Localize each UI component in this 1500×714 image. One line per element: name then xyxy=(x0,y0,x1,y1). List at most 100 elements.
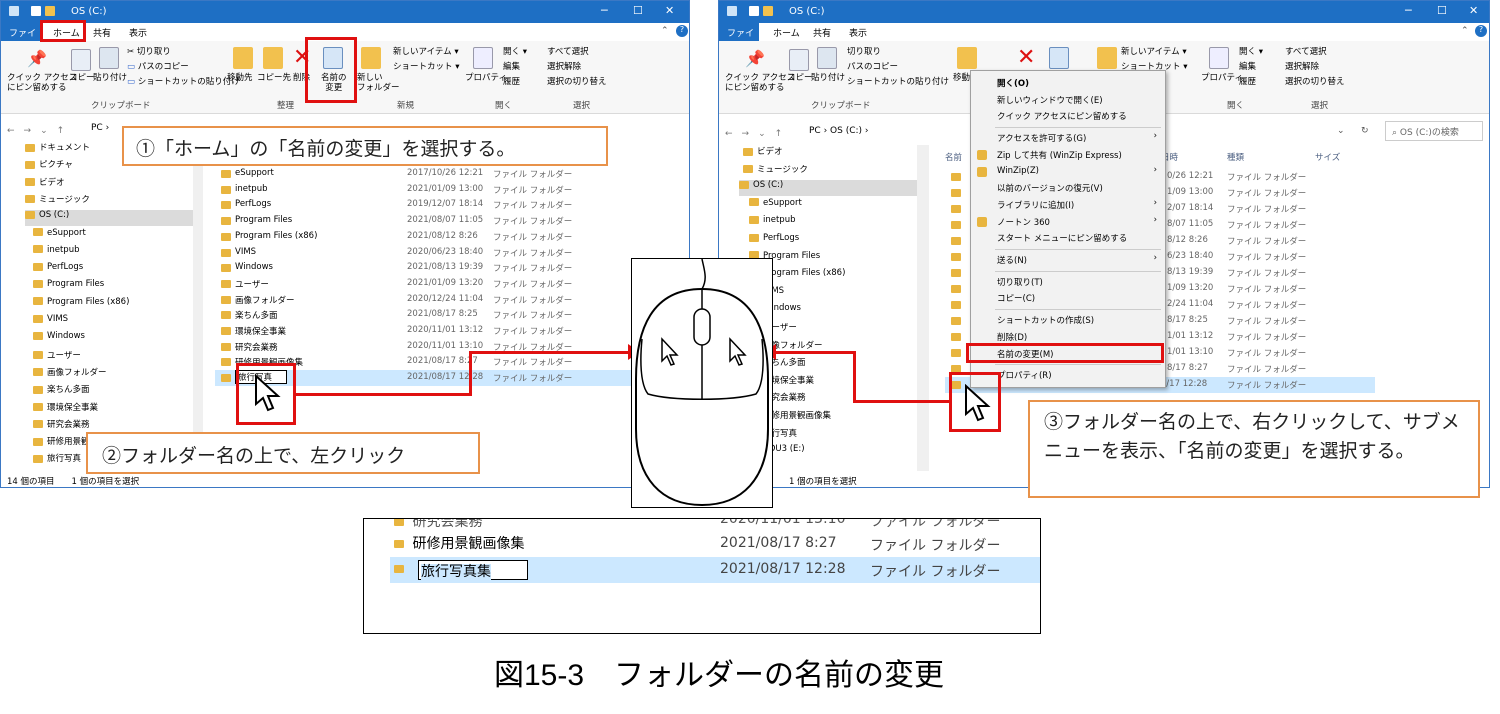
copy-path-button[interactable]: ▭ パスのコピー xyxy=(127,62,189,72)
open-button[interactable]: 開く ▾ xyxy=(1239,47,1263,57)
col-type[interactable]: 種類 xyxy=(1227,151,1244,163)
paste-shortcut-button[interactable]: ▭ ショートカットの貼り付け xyxy=(127,77,240,87)
nav-item[interactable]: PerfLogs xyxy=(33,262,193,278)
folder-qa-icon[interactable] xyxy=(763,6,773,16)
context-menu-item[interactable]: 以前のバージョンの復元(V) xyxy=(971,180,1165,196)
select-all-button[interactable]: すべて選択 xyxy=(1285,47,1327,57)
nav-item[interactable]: Program Files (x86) xyxy=(749,268,917,284)
edit-button[interactable]: 編集 xyxy=(1239,62,1256,72)
zoom-row-selected[interactable]: 旅行写真集 2021/08/17 12:28 ファイル フォルダー xyxy=(390,557,1040,583)
properties-qa-icon[interactable] xyxy=(749,6,759,16)
invert-selection-button[interactable]: 選択の切り替え xyxy=(1285,77,1345,87)
file-row[interactable]: ユーザー 2021/01/09 13:20 ファイル フォルダー xyxy=(215,276,685,292)
context-menu-item[interactable]: 送る(N) › xyxy=(971,252,1165,268)
file-row[interactable]: PerfLogs 2019/12/07 18:14 ファイル フォルダー xyxy=(215,197,685,213)
history-button[interactable]: 履歴 xyxy=(503,77,520,87)
nav-item[interactable]: 研修用景観画像集 xyxy=(749,409,917,425)
close-button[interactable]: ✕ xyxy=(665,4,674,17)
nav-item[interactable]: ビデオ xyxy=(743,145,917,161)
select-all-button[interactable]: すべて選択 xyxy=(547,47,589,57)
file-row[interactable]: VIMS 2020/06/23 18:40 ファイル フォルダー xyxy=(215,245,685,261)
copy-to-button[interactable]: コピー先 xyxy=(257,73,291,83)
nav-item[interactable]: Windows xyxy=(33,331,193,347)
context-menu-item[interactable]: 新しいウィンドウで開く(E) xyxy=(971,92,1165,108)
minimize-button[interactable]: ─ xyxy=(601,4,608,17)
maximize-button[interactable]: ☐ xyxy=(1437,4,1447,17)
paste-button[interactable]: 貼り付け xyxy=(93,73,127,83)
nav-item[interactable]: Program Files (x86) xyxy=(33,297,193,313)
nav-item[interactable]: Program Files xyxy=(33,279,193,295)
context-menu-item[interactable]: ノートン 360 › xyxy=(971,214,1165,230)
copy-path-button[interactable]: パスのコピー xyxy=(847,62,898,72)
quick-access-icon[interactable] xyxy=(727,6,737,16)
invert-selection-button[interactable]: 選択の切り替え xyxy=(547,77,607,87)
file-row[interactable]: 環境保全事業 2020/11/01 13:12 ファイル フォルダー xyxy=(215,323,685,339)
maximize-button[interactable]: ☐ xyxy=(633,4,643,17)
nav-item[interactable]: Program Files xyxy=(749,251,917,267)
paste-button[interactable]: 貼り付け xyxy=(811,73,845,83)
shortcut-button[interactable]: ショートカット ▾ xyxy=(393,62,459,72)
nav-item[interactable]: ビデオ xyxy=(25,176,193,192)
nav-item[interactable]: ミュージック xyxy=(25,193,193,209)
tab-view[interactable]: 表示 xyxy=(849,26,867,39)
context-menu-item[interactable]: クイック アクセスにピン留めする xyxy=(971,108,1165,124)
select-none-button[interactable]: 選択解除 xyxy=(1285,62,1319,72)
close-button[interactable]: ✕ xyxy=(1469,4,1478,17)
open-button[interactable]: 開く ▾ xyxy=(503,47,527,57)
address-path[interactable]: PC › xyxy=(91,123,109,133)
properties-qa-icon[interactable] xyxy=(31,6,41,16)
tab-file[interactable]: ファイル xyxy=(719,23,759,52)
nav-item[interactable]: OS (C:) xyxy=(25,210,193,227)
file-row[interactable]: inetpub 2021/01/09 13:00 ファイル フォルダー xyxy=(215,182,685,198)
properties-button[interactable]: プロパティ xyxy=(465,73,507,83)
edit-button[interactable]: 編集 xyxy=(503,62,520,72)
file-row[interactable]: Program Files 2021/08/07 11:05 ファイル フォルダー xyxy=(215,213,685,229)
context-menu-item[interactable]: WinZip(Z) › xyxy=(971,164,1165,180)
move-to-button[interactable]: 移動先 xyxy=(227,73,253,83)
tab-view[interactable]: 表示 xyxy=(129,26,147,39)
help-icon[interactable]: ? xyxy=(676,25,688,37)
nav-item[interactable]: ミュージック xyxy=(743,163,917,179)
context-menu-item[interactable]: 開く(O) xyxy=(971,75,1165,91)
context-menu-item[interactable]: スタート メニューにピン留めする xyxy=(971,230,1165,246)
nav-item[interactable]: VIMS xyxy=(749,286,917,302)
nav-item[interactable]: 旅行写真 xyxy=(749,427,917,443)
address-dropdown-icon[interactable]: ⌄ xyxy=(1337,126,1345,136)
nav-arrows-icon[interactable]: ← → ⌄ ↑ xyxy=(7,123,64,136)
file-row[interactable]: 楽ちん多面 2021/08/17 8:25 ファイル フォルダー xyxy=(215,307,685,323)
nav-item[interactable]: PerfLogs xyxy=(749,233,917,249)
pin-quick-access-button[interactable]: クイック アクセス にピン留めする xyxy=(725,73,795,93)
paste-shortcut-button[interactable]: ショートカットの貼り付け xyxy=(847,77,949,87)
nav-item[interactable]: eSupport xyxy=(33,228,193,244)
nav-scrollbar[interactable] xyxy=(193,141,203,471)
context-menu-item[interactable]: ライブラリに追加(I) › xyxy=(971,197,1165,213)
collapse-ribbon-icon[interactable]: ⌃ xyxy=(1461,26,1469,36)
copy-button[interactable]: コピー xyxy=(787,73,813,83)
context-menu-item[interactable]: Zip して共有 (WinZip Express) xyxy=(971,147,1165,163)
tab-home[interactable]: ホーム xyxy=(773,26,800,39)
nav-item[interactable]: VIMS xyxy=(33,314,193,330)
cut-button[interactable]: ✂ 切り取り xyxy=(127,47,171,57)
new-item-button[interactable]: 新しいアイテム ▾ xyxy=(1121,47,1187,57)
search-box[interactable]: ⌕ OS (C:)の検索 xyxy=(1385,121,1483,141)
nav-item[interactable]: ユーザー xyxy=(749,321,917,337)
refresh-icon[interactable]: ↻ xyxy=(1361,126,1369,136)
file-row[interactable]: Windows 2021/08/13 19:39 ファイル フォルダー xyxy=(215,260,685,276)
zoom-row[interactable]: 研修用景観画像集 2021/08/17 8:27 ファイル フォルダー xyxy=(394,533,1034,557)
copy-button[interactable]: コピー xyxy=(69,73,95,83)
nav-item[interactable]: ADU3 (E:) xyxy=(749,444,917,460)
nav-item[interactable]: eSupport xyxy=(749,198,917,214)
nav-arrows-icon[interactable]: ← → ⌄ ↑ xyxy=(725,126,782,139)
nav-item[interactable]: Windows xyxy=(749,303,917,319)
tab-file[interactable]: ファイル xyxy=(1,23,41,52)
select-none-button[interactable]: 選択解除 xyxy=(547,62,581,72)
rename-textbox[interactable]: 旅行写真集 xyxy=(418,560,528,580)
file-row[interactable]: Program Files (x86) 2021/08/12 8:26 ファイル フ… xyxy=(215,229,685,245)
help-icon[interactable]: ? xyxy=(1475,25,1487,37)
col-size[interactable]: サイズ xyxy=(1315,151,1340,163)
nav-item[interactable]: OS (C:) xyxy=(739,180,917,197)
nav-scrollbar[interactable] xyxy=(917,145,929,471)
nav-item[interactable]: inetpub xyxy=(33,245,193,261)
file-row[interactable]: eSupport 2017/10/26 12:21 ファイル フォルダー xyxy=(215,166,685,182)
col-name[interactable]: 名前 xyxy=(945,151,962,163)
